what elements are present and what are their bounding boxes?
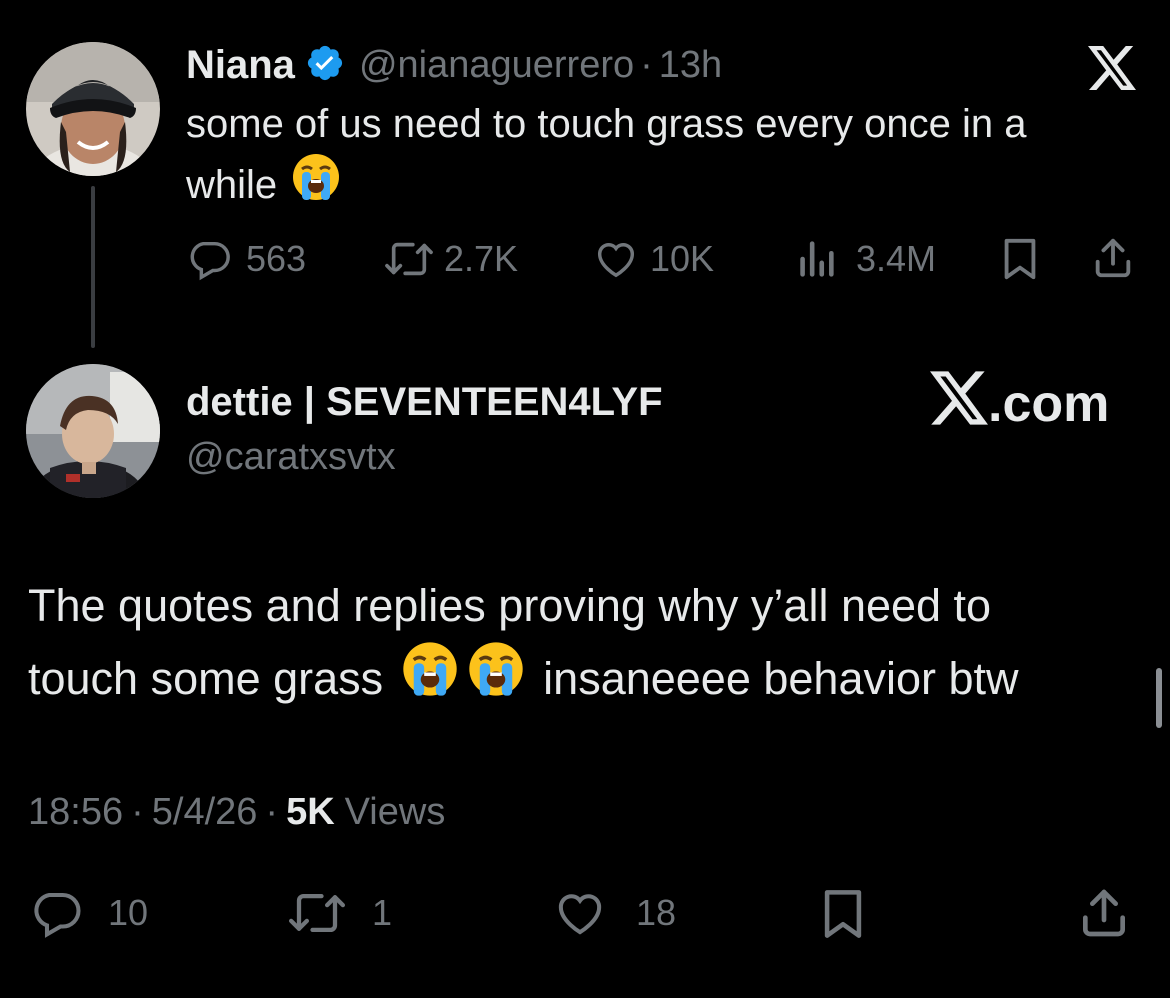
views-button[interactable]: 3.4M bbox=[796, 236, 936, 282]
parent-tweet-line-2: while bbox=[186, 162, 278, 207]
bookmark-icon[interactable] bbox=[818, 886, 868, 947]
timestamp[interactable]: 13h bbox=[659, 44, 722, 87]
separator-dot: · bbox=[131, 790, 144, 833]
source-label: .com bbox=[988, 375, 1110, 433]
repost-count: 2.7K bbox=[444, 238, 519, 279]
views-label: Views bbox=[344, 790, 446, 833]
repost-button[interactable]: 2.7K bbox=[384, 236, 518, 282]
heart-icon bbox=[592, 236, 640, 282]
avatar-dettie[interactable] bbox=[26, 364, 160, 498]
repost-count: 1 bbox=[372, 892, 393, 933]
view-count: 3.4M bbox=[856, 238, 937, 279]
share-icon[interactable] bbox=[1076, 884, 1132, 947]
loudly-crying-face-icon bbox=[291, 152, 341, 217]
heart-icon bbox=[550, 886, 610, 940]
repost-icon bbox=[384, 236, 434, 282]
quote-display-name[interactable]: dettie | SEVENTEEN4LYF bbox=[186, 380, 663, 425]
parent-tweet-text: some of us need to touch grass every onc… bbox=[186, 96, 1146, 217]
reply-button[interactable]: 563 bbox=[186, 236, 306, 282]
bar-chart-icon bbox=[796, 236, 836, 282]
verified-badge-icon bbox=[305, 43, 345, 88]
quote-reply-button[interactable]: 10 bbox=[28, 886, 148, 940]
reply-icon bbox=[28, 886, 84, 940]
quote-like-button[interactable]: 18 bbox=[550, 886, 676, 940]
x-logo-icon bbox=[930, 370, 988, 438]
quote-tweet-line-2b: insaneeee behavior btw bbox=[543, 652, 1019, 704]
like-count: 10K bbox=[650, 238, 715, 279]
parent-tweet-line-1: some of us need to touch grass every onc… bbox=[186, 102, 1027, 146]
reply-count: 563 bbox=[246, 238, 307, 279]
bookmark-icon[interactable] bbox=[998, 236, 1042, 287]
thread-connector-line bbox=[91, 186, 95, 348]
separator-dot: · bbox=[265, 790, 279, 833]
quote-tweet-meta: 18:56 · 5/4/26 · 5K Views bbox=[28, 790, 445, 834]
repost-icon bbox=[286, 886, 348, 940]
handle[interactable]: @nianaguerrero bbox=[359, 44, 634, 87]
quote-handle[interactable]: @caratxsvtx bbox=[186, 436, 396, 479]
x-dot-com-label[interactable]: .com bbox=[930, 370, 1110, 434]
post-time[interactable]: 18:56 bbox=[28, 791, 123, 834]
share-icon[interactable] bbox=[1090, 234, 1136, 287]
like-button[interactable]: 10K bbox=[592, 236, 714, 282]
parent-tweet-header: Niana @nianaguerrero · 13h bbox=[186, 42, 722, 88]
quote-repost-button[interactable]: 1 bbox=[286, 886, 392, 940]
reply-count: 10 bbox=[108, 892, 149, 933]
quote-tweet-text: The quotes and replies proving why y’all… bbox=[28, 572, 1138, 717]
scrollbar[interactable] bbox=[1156, 668, 1162, 728]
loudly-crying-face-icon bbox=[401, 640, 459, 717]
loudly-crying-face-icon bbox=[467, 640, 525, 717]
display-name[interactable]: Niana bbox=[186, 43, 295, 88]
avatar-niana[interactable] bbox=[26, 42, 160, 176]
post-date[interactable]: 5/4/26 bbox=[152, 791, 258, 834]
like-count: 18 bbox=[636, 892, 677, 933]
separator-dot: · bbox=[640, 43, 653, 86]
reply-icon bbox=[186, 236, 232, 282]
views-count: 5K bbox=[286, 790, 335, 833]
x-logo-icon[interactable] bbox=[1088, 46, 1136, 95]
quote-tweet-line-2a: touch some grass bbox=[28, 652, 384, 704]
quote-tweet-line-1: The quotes and replies proving why y’all… bbox=[28, 580, 992, 631]
